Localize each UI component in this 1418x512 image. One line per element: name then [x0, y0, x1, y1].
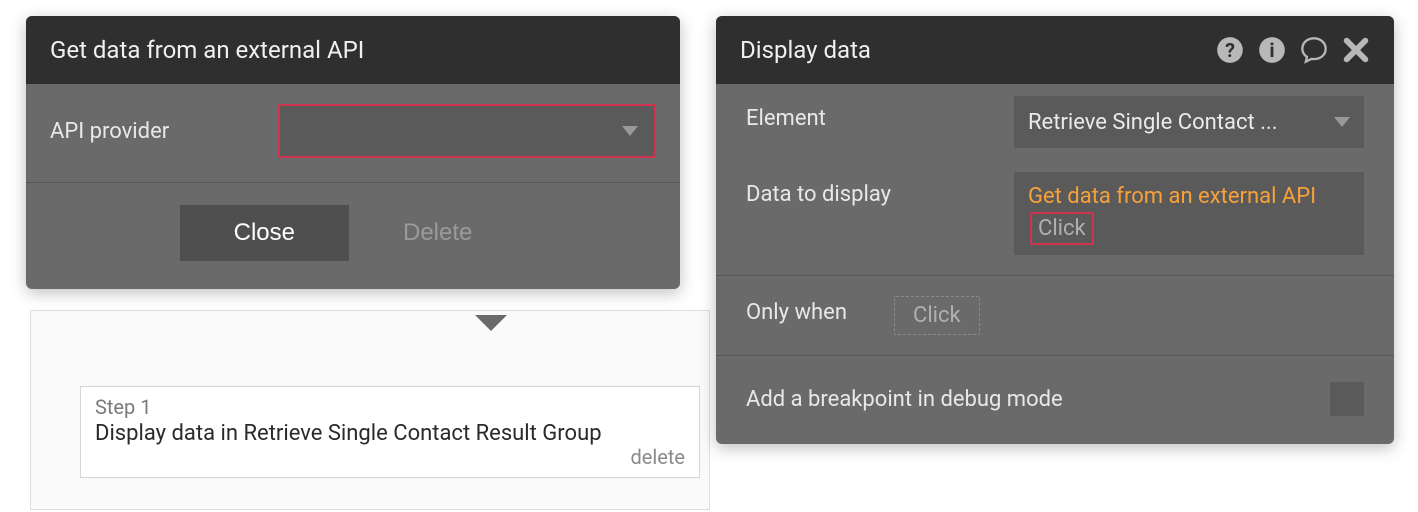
- expression-segment[interactable]: Get data from an external API: [1028, 184, 1316, 209]
- panel-header: Display data ? i: [716, 16, 1394, 84]
- element-select[interactable]: Retrieve Single Contact ...: [1014, 96, 1364, 148]
- svg-text:i: i: [1269, 39, 1274, 62]
- api-provider-label: API provider: [50, 119, 250, 144]
- close-icon[interactable]: [1342, 36, 1370, 64]
- api-call-editor-panel: Get data from an external API API provid…: [26, 16, 680, 289]
- display-data-panel: Display data ? i Element Retrieve Single…: [716, 16, 1394, 444]
- divider: [716, 355, 1394, 356]
- panel-pointer-icon: [475, 315, 507, 331]
- chevron-down-icon: [622, 126, 638, 136]
- only-when-label: Only when: [746, 296, 866, 325]
- delete-button[interactable]: Delete: [349, 205, 526, 261]
- step-number-label: Step 1: [95, 395, 685, 419]
- divider: [716, 275, 1394, 276]
- api-provider-row: API provider: [26, 84, 680, 182]
- panel-title: Display data: [740, 36, 871, 64]
- panel-header: Get data from an external API: [26, 16, 680, 84]
- close-button[interactable]: Close: [180, 205, 349, 261]
- api-provider-select[interactable]: [278, 104, 656, 158]
- workflow-step-card[interactable]: Step 1 Display data in Retrieve Single C…: [80, 386, 700, 478]
- only-when-value: Click: [894, 296, 980, 335]
- svg-text:?: ?: [1225, 39, 1235, 62]
- info-icon[interactable]: i: [1258, 36, 1286, 64]
- only-when-row: Only when Click: [716, 284, 1394, 347]
- panel-title: Get data from an external API: [50, 36, 364, 64]
- help-icon[interactable]: ?: [1216, 36, 1244, 64]
- panel-body: API provider Close Delete: [26, 84, 680, 289]
- header-icons: ? i: [1216, 36, 1370, 64]
- expression-click-token[interactable]: Click: [1030, 212, 1094, 246]
- data-to-display-label: Data to display: [746, 172, 986, 207]
- button-row: Close Delete: [26, 182, 680, 289]
- breakpoint-label: Add a breakpoint in debug mode: [746, 387, 1063, 412]
- element-value: Retrieve Single Contact ...: [1028, 110, 1278, 135]
- only-when-click-token[interactable]: Click: [894, 296, 980, 335]
- step-title: Display data in Retrieve Single Contact …: [95, 419, 685, 449]
- breakpoint-checkbox[interactable]: [1330, 382, 1364, 416]
- chevron-down-icon: [1334, 117, 1350, 127]
- element-label: Element: [746, 96, 986, 131]
- data-to-display-row: Data to display Get data from an externa…: [716, 160, 1394, 267]
- breakpoint-row: Add a breakpoint in debug mode: [716, 364, 1394, 444]
- panel-body: Element Retrieve Single Contact ... Data…: [716, 84, 1394, 444]
- comment-icon[interactable]: [1300, 36, 1328, 64]
- element-row: Element Retrieve Single Contact ...: [716, 84, 1394, 160]
- data-to-display-expression[interactable]: Get data from an external API Click: [1014, 172, 1364, 255]
